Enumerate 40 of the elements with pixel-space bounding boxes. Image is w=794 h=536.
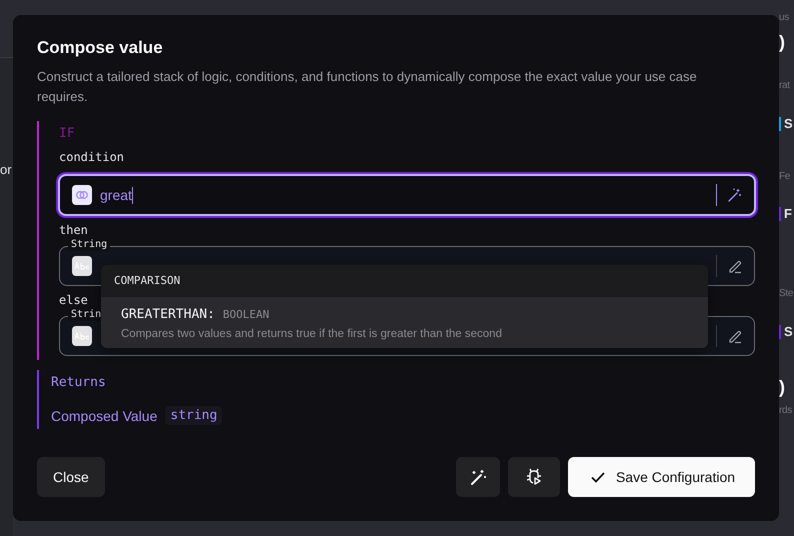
pencil-icon[interactable] (727, 328, 743, 344)
background-text: F (784, 205, 792, 223)
debug-run-button[interactable] (508, 457, 560, 497)
close-button[interactable]: Close (37, 457, 105, 497)
type-tag: string (165, 406, 222, 425)
value-field[interactable]: great (58, 174, 756, 216)
background-text: rat (779, 79, 790, 93)
background-text: rds (779, 404, 792, 418)
pencil-icon[interactable] (727, 258, 743, 274)
magic-wand-button[interactable] (456, 457, 500, 497)
background-text: Fe (779, 170, 790, 184)
background-text: us (779, 11, 789, 25)
background-text: ) (779, 33, 785, 51)
function-icon (72, 185, 92, 205)
save-configuration-button[interactable]: Save Configuration (568, 457, 755, 497)
returns-heading: Returns (51, 374, 107, 392)
magic-wand-icon[interactable] (727, 187, 743, 203)
field-value: great (100, 187, 132, 203)
field-label: then (59, 222, 89, 238)
dropdown-group-header: COMPARISON (113, 273, 182, 289)
suggestion-item[interactable]: GREATERTHAN: BOOLEAN Compares two values and returns true if the first is greater than the second (101, 297, 708, 348)
background-text: or (0, 161, 13, 179)
return-type: BOOLEAN (222, 308, 270, 321)
background-text: Ste (779, 287, 794, 301)
if-keyword: IF (59, 125, 76, 143)
text-type-icon (72, 256, 92, 276)
background-text: ) (779, 378, 785, 396)
bug-play-icon (524, 467, 544, 487)
background-text: S (784, 323, 793, 341)
field-label: condition (59, 149, 126, 165)
function-description: Compares two values and returns true if the first is greater than the second (121, 327, 503, 342)
type-legend: String (68, 239, 110, 251)
background-text: S (784, 115, 793, 133)
function-name: GREATERTHAN: (121, 307, 215, 322)
magic-wand-icon (468, 467, 488, 487)
dialog-description: Construct a tailored stack of logic, conditions, and functions to dynamically compose the exact value your use case requires. (37, 68, 698, 106)
field-label: else (59, 292, 89, 308)
dialog-title: Compose value (37, 37, 164, 59)
text-type-icon (72, 326, 92, 346)
returns-label: Composed Value (51, 408, 158, 424)
